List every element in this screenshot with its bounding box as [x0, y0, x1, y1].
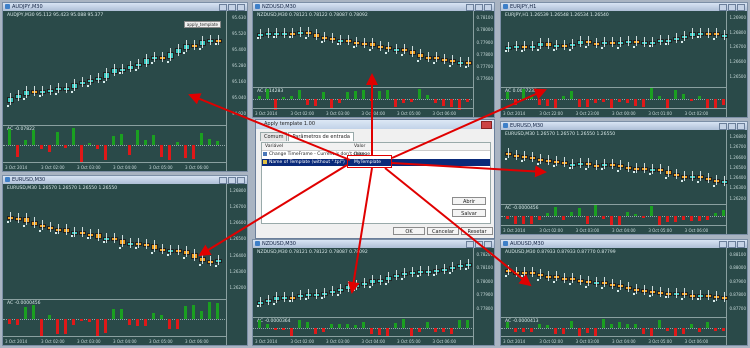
arrow-to-eurusd-left — [198, 164, 348, 257]
arrow-to-audjpy — [188, 93, 351, 161]
annotation-arrows — [188, 73, 547, 294]
arrow-to-audusd — [384, 167, 532, 287]
arrow-to-eurjpy — [391, 88, 547, 159]
arrow-to-nzdusd-bottom — [347, 167, 373, 294]
arrow-to-eurusd-right — [391, 162, 547, 178]
